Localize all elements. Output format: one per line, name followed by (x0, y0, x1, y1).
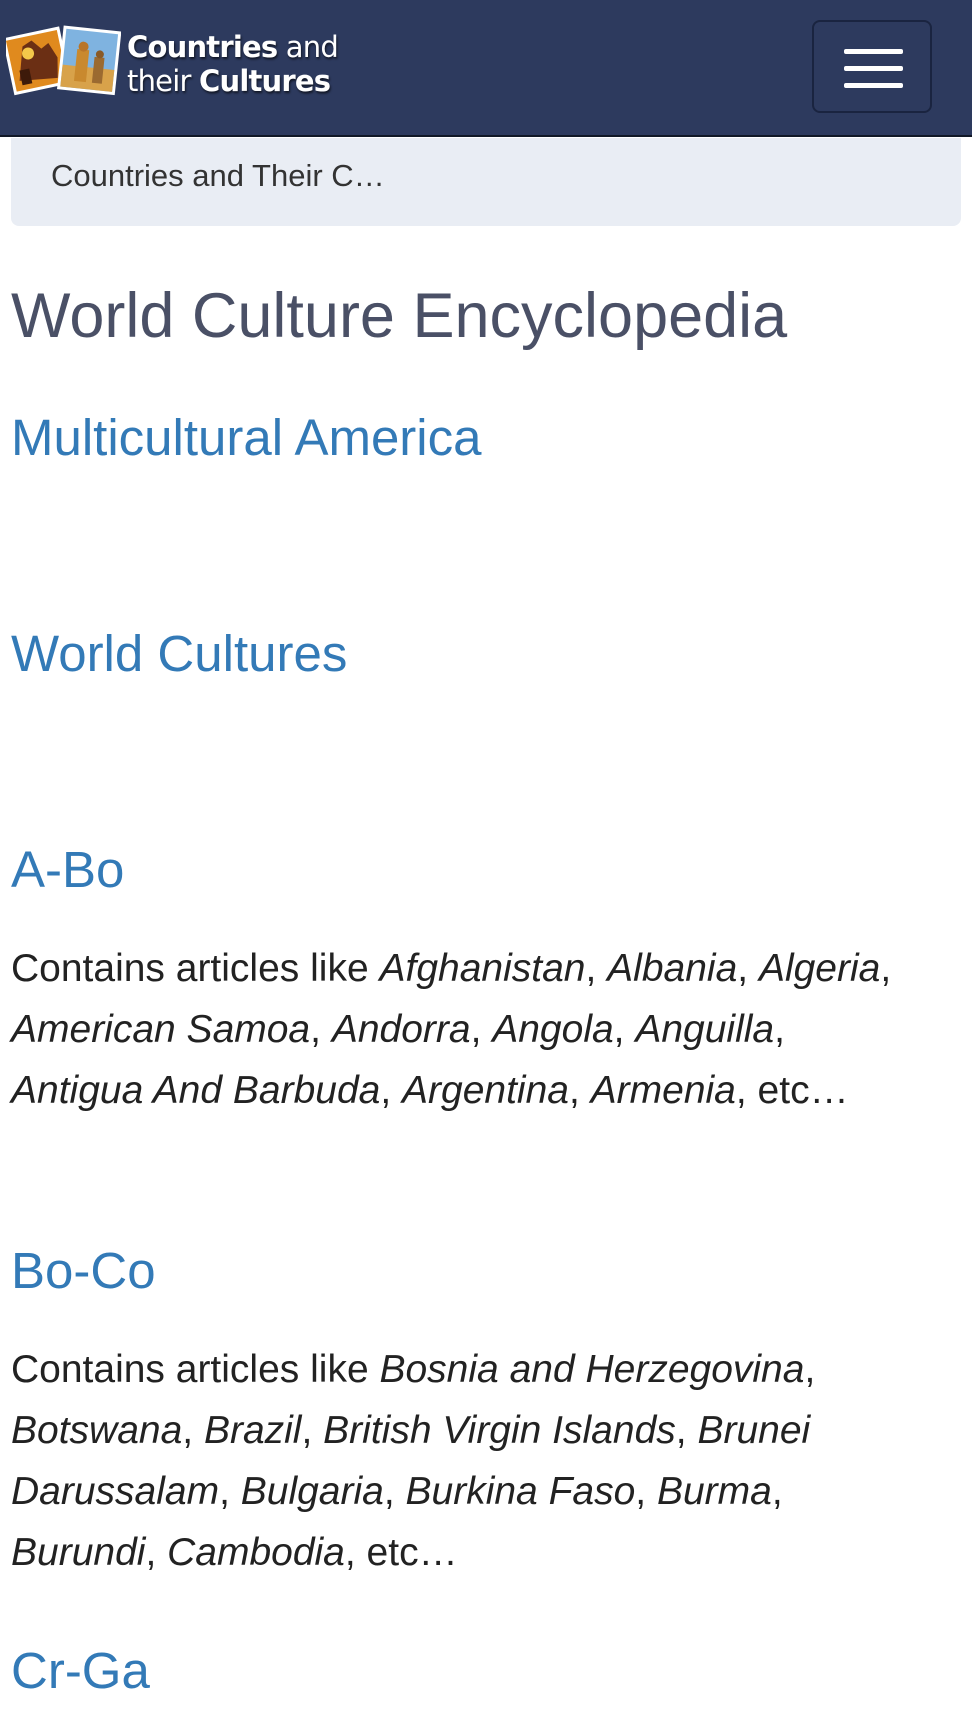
multicultural-america-link[interactable]: Multicultural America (11, 408, 481, 467)
description-suffix: , etc… (344, 1531, 458, 1574)
section-heading-cr-ga[interactable]: Cr-Ga (11, 1641, 150, 1700)
logo-line2-bold: Cultures (199, 64, 331, 98)
logo-line2-thin: their (127, 64, 199, 98)
country-name: Cambodia (167, 1531, 345, 1574)
country-name: American Samoa (11, 1008, 311, 1051)
logo-line1-bold: Countries (127, 30, 278, 64)
breadcrumb-item[interactable]: Countries and Their C… (51, 158, 385, 194)
logo-photos-icon (6, 25, 121, 96)
country-name: Bosnia and Herzegovina (379, 1348, 805, 1391)
country-name: Botswana (11, 1409, 183, 1452)
country-name: Anguilla (635, 1008, 775, 1051)
country-name: Burma (656, 1470, 772, 1513)
menu-bar (844, 83, 903, 88)
description-suffix: , etc… (735, 1069, 849, 1112)
country-name: Argentina (402, 1069, 569, 1112)
country-name: Afghanistan (379, 947, 586, 990)
description-prefix: Contains articles like (11, 1348, 380, 1391)
country-name: Albania (607, 947, 738, 990)
breadcrumb: Countries and Their C… (11, 138, 961, 226)
menu-bar (844, 49, 903, 54)
country-name: Algeria (758, 947, 881, 990)
country-name: Antigua And Barbuda (11, 1069, 381, 1112)
world-cultures-link[interactable]: World Cultures (11, 624, 347, 683)
section-heading-bo-co[interactable]: Bo-Co (11, 1241, 156, 1300)
navbar: Countries and their Cultures (0, 0, 972, 137)
country-name: Burundi (11, 1531, 146, 1574)
menu-bar (844, 66, 903, 71)
site-logo[interactable]: Countries and their Cultures (6, 22, 339, 112)
country-name: Andorra (331, 1008, 471, 1051)
page-title: World Culture Encyclopedia (11, 281, 788, 351)
logo-text: Countries and their Cultures (127, 30, 339, 98)
country-name: British Virgin Islands (323, 1409, 676, 1452)
section-description-bo-co: Contains articles like Bosnia and Herzeg… (11, 1348, 816, 1574)
logo-line1-thin: and (277, 30, 339, 64)
description-prefix: Contains articles like (11, 947, 380, 990)
country-name: Armenia (590, 1069, 736, 1112)
menu-toggle-button[interactable] (812, 20, 932, 113)
country-name: Angola (492, 1008, 614, 1051)
section-heading-a-bo[interactable]: A-Bo (11, 840, 124, 899)
country-name: Brazil (203, 1409, 302, 1452)
country-name: Bulgaria (240, 1470, 384, 1513)
country-name: Burkina Faso (405, 1470, 636, 1513)
section-description-a-bo: Contains articles like Afghanistan, Alba… (11, 947, 892, 1112)
